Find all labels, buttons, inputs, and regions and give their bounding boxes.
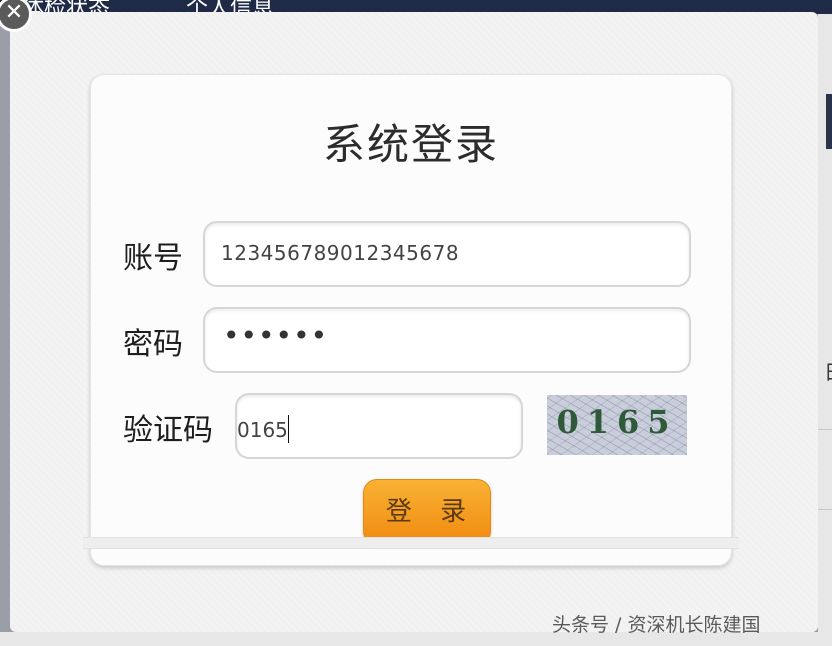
background-divider <box>818 429 832 430</box>
captcha-value-wrap: 0165 <box>237 415 289 443</box>
background-right-panel: 日 <box>818 14 832 646</box>
password-input[interactable]: •••••• <box>203 307 691 373</box>
background-divider <box>818 509 832 510</box>
login-modal: ✕ 系统登录 账号 123456789012345678 密码 •••••• 验… <box>0 0 818 632</box>
captcha-input[interactable]: 0165 <box>235 393 523 459</box>
page-title: 系统登录 <box>322 120 499 169</box>
watermark: 头条号 / 资深机长陈建国 <box>552 614 761 636</box>
password-label: 密码 <box>123 327 183 362</box>
captcha-label: 验证码 <box>123 413 213 448</box>
close-icon[interactable]: ✕ <box>0 0 32 32</box>
card-bottom-strip <box>83 537 739 549</box>
password-value: •••••• <box>223 319 329 352</box>
background-dark-block <box>826 94 832 149</box>
account-input[interactable]: 123456789012345678 <box>203 221 691 287</box>
captcha-image-code: 0165 <box>556 403 678 441</box>
text-caret <box>287 415 289 443</box>
account-label: 账号 <box>123 241 183 276</box>
login-button[interactable]: 登 录 <box>363 479 491 545</box>
background-text-fragment: 日 <box>824 356 832 385</box>
login-card: 系统登录 账号 123456789012345678 密码 •••••• 验证码… <box>83 74 739 566</box>
account-value: 123456789012345678 <box>221 241 460 265</box>
captcha-value: 0165 <box>237 418 288 442</box>
captcha-image[interactable]: 0165 <box>547 395 687 455</box>
